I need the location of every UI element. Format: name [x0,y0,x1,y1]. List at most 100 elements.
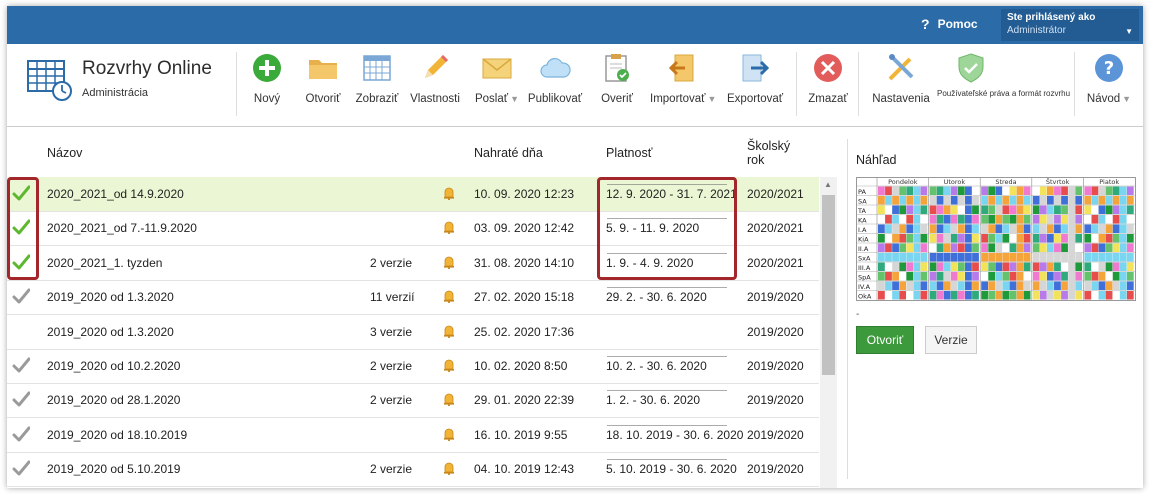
user-caption: Ste prihlásený ako [1007,12,1096,23]
help-link[interactable]: ? Pomoc [921,16,978,32]
validity-bar [607,287,727,289]
preview-cell [1105,291,1113,300]
preview-cell [885,186,892,195]
bell-icon[interactable] [442,461,456,476]
preview-cell [892,196,899,205]
preview-cell [1126,186,1134,195]
new-button[interactable]: Nový [251,52,283,105]
preview-open-button[interactable]: Otvoriť [856,326,914,354]
row-uploaded: 03. 09. 2020 12:42 [474,221,575,236]
row-versions[interactable]: 3 verzie [370,325,412,339]
preview-cell [981,186,988,195]
preview-cell [1068,224,1076,233]
preview-cell [1016,262,1024,271]
preview-versions-button[interactable]: Verzie [925,326,977,354]
delete-button[interactable]: Zmazať [807,52,849,105]
bell-icon[interactable] [442,427,456,441]
bell-icon[interactable] [442,255,456,269]
preview-cell [920,234,928,243]
table-row[interactable]: 2019_2020 od 5.10.2019 2 verzie 04. 10. 20… [7,452,819,488]
preview-cell [1075,262,1083,271]
rights-button[interactable]: Používateľské práva a formát rozvrhu [937,52,1070,98]
send-button[interactable]: Poslať ▼ [473,52,521,105]
column-validity[interactable]: Platnosť [606,146,652,160]
column-name[interactable]: Názov [47,146,82,160]
preview-cell [913,262,921,271]
pencil-icon [425,55,448,78]
import-label: Importovať [650,93,706,105]
timetable-preview[interactable]: Pondelok Utorok Streda Štvrtok Piatok PA SATA K… [856,177,1136,301]
export-button[interactable]: Exportovať [727,52,783,105]
bell-icon[interactable] [442,186,456,200]
table-row[interactable]: 2019_2020 od 1.3.2020 11 verzií 27. 02. 20… [7,280,819,316]
column-school-year-2[interactable]: rok [747,153,764,167]
preview-cell [1075,196,1083,205]
table-row[interactable]: 2019_2020 od 18.10.2019 16. 10. 2019 9:55… [7,418,819,453]
preview-cell [957,205,965,214]
import-icon [668,54,694,82]
preview-cell [965,186,972,195]
preview-class-label: SxA [858,255,871,263]
preview-cell [1023,224,1031,233]
preview-cell [936,291,944,300]
row-versions[interactable]: 2 verzie [370,359,412,373]
preview-cell [1054,196,1061,205]
row-uploaded: 04. 10. 2019 12:43 [474,462,575,477]
guide-button[interactable]: ? Návod ▼ [1085,52,1133,105]
scrollbar[interactable]: ▲ [820,177,837,488]
bell-icon[interactable] [442,324,456,338]
preview-cell [943,253,951,262]
bell-icon[interactable] [442,289,456,304]
preview-cell [995,234,1003,243]
row-versions[interactable]: 11 verzií [370,290,414,304]
settings-button[interactable]: Nastavenia [871,52,931,105]
preview-cell [1084,253,1092,262]
bell-icon[interactable] [442,220,456,235]
properties-button[interactable]: Vlastnosti [410,52,460,105]
preview-cell [1002,272,1010,281]
row-versions[interactable]: 2 verzie [370,462,412,476]
import-button[interactable]: Importovať ▼ [650,52,716,105]
preview-cell [1098,262,1106,271]
preview-cell [1046,205,1054,214]
scrollbar-thumb[interactable] [822,195,835,375]
preview-cell [943,262,951,271]
bell-icon[interactable] [442,392,456,407]
preview-cell [1075,253,1083,262]
row-validity: 1. 2. - 30. 6. 2020 [606,393,701,408]
preview-cell [920,262,928,271]
preview-cell [906,215,914,224]
preview-cell [1084,224,1092,233]
table-row[interactable]: 2019_2020 od 1.3.2020 3 verzie 25. 02. 202… [7,315,819,350]
preview-cell [929,186,937,195]
preview-cell [957,291,965,300]
preview-cell [899,243,907,252]
bell-icon[interactable] [442,358,456,372]
row-versions[interactable]: 2 verzie [370,256,412,270]
table-header: Názov Nahraté dňa Platnosť Školský rok [7,127,819,178]
user-menu[interactable]: Ste prihlásený ako Administrátor ▼ [1001,9,1139,41]
column-uploaded[interactable]: Nahraté dňa [474,146,543,160]
show-button[interactable]: Zobraziť [355,52,399,105]
preview-cell [950,243,958,252]
preview-cell [936,205,944,214]
preview-cell [972,262,979,271]
preview-cell [950,272,958,281]
preview-cell [936,262,944,271]
row-school-year: 2020/2021 [747,187,804,201]
verify-button[interactable]: Overiť [600,52,634,105]
preview-cell [885,234,892,243]
preview-cell [878,205,885,214]
preview-cell [936,215,944,224]
table-row[interactable]: 2019_2020 od 28.1.2020 2 verzie 29. 01. 20… [7,383,819,419]
row-versions[interactable]: 2 verzie [370,393,412,407]
open-button[interactable]: Otvoriť [303,52,343,105]
scroll-up-icon[interactable]: ▲ [824,180,832,189]
publish-button[interactable]: Publikovať [527,52,583,105]
table-row[interactable]: 2019_2020 od 10.2.2020 2 verzie 10. 02. 20… [7,349,819,384]
preview-cell [1061,215,1068,224]
preview-cell [1032,186,1040,195]
row-school-year: 2019/2020 [747,290,804,305]
column-school-year-1[interactable]: Školský [747,139,790,153]
preview-cell [1061,253,1068,262]
